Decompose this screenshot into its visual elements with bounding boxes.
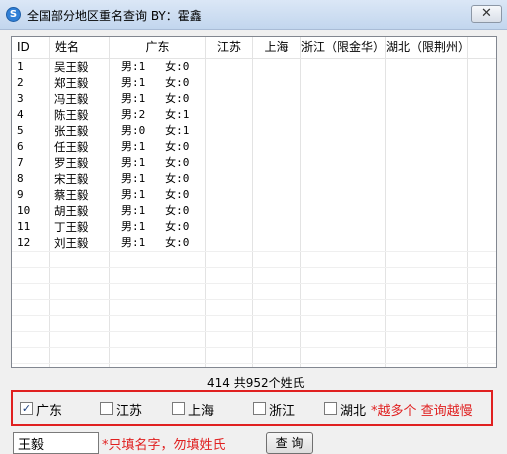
checkbox-label-hubei[interactable]: 湖北: [340, 400, 366, 419]
grid-line: [12, 347, 496, 348]
column-header-hubei[interactable]: 湖北（限荆州）: [386, 37, 470, 58]
cell-guangdong: 男:1 女:0: [121, 140, 190, 153]
table-row[interactable]: 5 张王毅 男:0 女:1: [12, 123, 496, 139]
table-row[interactable]: 9 蔡王毅 男:1 女:0: [12, 187, 496, 203]
window-title: 全国部分地区重名查询 BY：霍鑫: [27, 9, 202, 23]
table-row[interactable]: 3 冯王毅 男:1 女:0: [12, 91, 496, 107]
cell-name: 吴王毅: [54, 60, 89, 74]
cell-id: 9: [17, 188, 24, 201]
cell-guangdong: 男:1 女:0: [121, 172, 190, 185]
grid-line: [12, 331, 496, 332]
main-panel: ID 姓名 广东 江苏 上海 浙江（限金华） 湖北（限荆州） 1 吴王毅 男:1 女…: [0, 30, 507, 454]
table-row[interactable]: 6 任王毅 男:1 女:0: [12, 139, 496, 155]
checkbox-label-zhejiang[interactable]: 浙江: [269, 400, 295, 419]
cell-name: 宋王毅: [54, 172, 89, 186]
results-table[interactable]: ID 姓名 广东 江苏 上海 浙江（限金华） 湖北（限荆州） 1 吴王毅 男:1 女…: [11, 36, 497, 368]
column-header-name[interactable]: 姓名: [50, 37, 110, 58]
cell-id: 3: [17, 92, 24, 105]
cell-guangdong: 男:0 女:1: [121, 124, 190, 137]
region-filter-group: ✓ 广东 江苏 上海 浙江 湖北 *越多个 查询越慢: [11, 390, 493, 426]
close-button[interactable]: ✕: [471, 5, 502, 23]
cell-name: 冯王毅: [54, 92, 89, 106]
cell-id: 1: [17, 60, 24, 73]
checkbox-guangdong[interactable]: ✓: [20, 402, 33, 415]
name-input[interactable]: [13, 432, 99, 454]
title-bar: S 全国部分地区重名查询 BY：霍鑫 ✕: [0, 0, 507, 30]
cell-name: 陈王毅: [54, 108, 89, 122]
checkbox-hubei[interactable]: [324, 402, 337, 415]
cell-id: 4: [17, 108, 24, 121]
cell-id: 5: [17, 124, 24, 137]
grid-line: [12, 251, 496, 252]
cell-name: 刘王毅: [54, 236, 89, 250]
cell-name: 丁王毅: [54, 220, 89, 234]
cell-guangdong: 男:1 女:0: [121, 76, 190, 89]
speed-warning: *越多个 查询越慢: [371, 404, 473, 419]
cell-guangdong: 男:1 女:0: [121, 60, 190, 73]
checkbox-jiangsu[interactable]: [100, 402, 113, 415]
cell-id: 8: [17, 172, 24, 185]
grid-line: [12, 299, 496, 300]
checkbox-label-guangdong[interactable]: 广东: [36, 400, 62, 419]
query-button[interactable]: 查 询: [266, 432, 313, 454]
cell-guangdong: 男:1 女:0: [121, 220, 190, 233]
cell-name: 张王毅: [54, 124, 89, 138]
cell-guangdong: 男:1 女:0: [121, 188, 190, 201]
input-hint: *只填名字，勿填姓氏: [102, 438, 226, 453]
cell-id: 12: [17, 236, 31, 249]
table-row[interactable]: 8 宋王毅 男:1 女:0: [12, 171, 496, 187]
column-header-shanghai[interactable]: 上海: [253, 37, 301, 58]
cell-guangdong: 男:2 女:1: [121, 108, 190, 121]
table-header: ID 姓名 广东 江苏 上海 浙江（限金华） 湖北（限荆州）: [12, 37, 496, 59]
grid-line: [12, 363, 496, 364]
table-row[interactable]: 11 丁王毅 男:1 女:0: [12, 219, 496, 235]
cell-guangdong: 男:1 女:0: [121, 92, 190, 105]
cell-id: 7: [17, 156, 24, 169]
checkbox-label-shanghai[interactable]: 上海: [188, 400, 214, 419]
result-summary: 414 共952个姓氏: [207, 376, 305, 390]
checkbox-label-jiangsu[interactable]: 江苏: [116, 400, 142, 419]
cell-name: 郑王毅: [54, 76, 89, 90]
table-row[interactable]: 2 郑王毅 男:1 女:0: [12, 75, 496, 91]
cell-guangdong: 男:1 女:0: [121, 156, 190, 169]
checkbox-zhejiang[interactable]: [253, 402, 266, 415]
table-row[interactable]: 10 胡王毅 男:1 女:0: [12, 203, 496, 219]
cell-guangdong: 男:1 女:0: [121, 204, 190, 217]
grid-line: [12, 315, 496, 316]
column-header-jiangsu[interactable]: 江苏: [206, 37, 253, 58]
table-row[interactable]: 7 罗王毅 男:1 女:0: [12, 155, 496, 171]
cell-id: 11: [17, 220, 31, 233]
cell-id: 10: [17, 204, 31, 217]
checkbox-shanghai[interactable]: [172, 402, 185, 415]
app-icon: S: [6, 7, 21, 22]
grid-line: [12, 283, 496, 284]
table-row[interactable]: 1 吴王毅 男:1 女:0: [12, 59, 496, 75]
cell-name: 任王毅: [54, 140, 89, 154]
cell-id: 6: [17, 140, 24, 153]
cell-id: 2: [17, 76, 24, 89]
column-header-zhejiang[interactable]: 浙江（限金华）: [301, 37, 386, 58]
cell-guangdong: 男:1 女:0: [121, 236, 190, 249]
table-row[interactable]: 4 陈王毅 男:2 女:1: [12, 107, 496, 123]
column-header-id[interactable]: ID: [12, 37, 50, 58]
grid-line: [12, 267, 496, 268]
column-header-guangdong[interactable]: 广东: [110, 37, 206, 58]
cell-name: 胡王毅: [54, 204, 89, 218]
table-row[interactable]: 12 刘王毅 男:1 女:0: [12, 235, 496, 251]
cell-name: 罗王毅: [54, 156, 89, 170]
cell-name: 蔡王毅: [54, 188, 89, 202]
